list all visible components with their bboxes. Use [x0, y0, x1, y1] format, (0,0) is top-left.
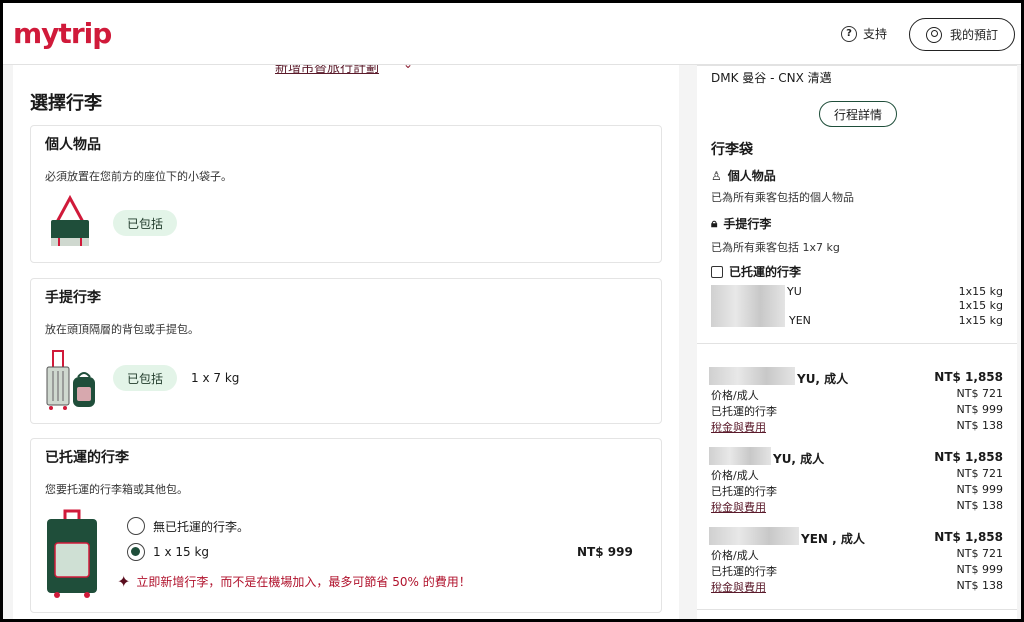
- top-header: mytrip ? 支持 我的預訂: [3, 3, 1021, 65]
- booking-summary-panel: DMK 曼谷 - CNX 清邁 行程詳情 行李袋 ♙ 個人物品 已為所有乘客包括…: [697, 65, 1017, 619]
- personal-item-summary: ♙ 個人物品: [711, 168, 776, 184]
- bags-title: 行李袋: [711, 142, 753, 158]
- checked-baggage-card: 已托運的行李 您要托運的行李箱或其他包。 無已托運的行李。 1 x 15 kg …: [30, 438, 662, 613]
- passenger-total: NT$ 1,858: [934, 530, 1003, 544]
- radio-checked[interactable]: [127, 543, 145, 561]
- divider: [697, 65, 1017, 66]
- fare-label: 价格/成人: [711, 469, 759, 482]
- checked-bag-price: NT$ 999: [577, 545, 633, 559]
- personal-item-summary-desc: 已為所有乘客包括的個人物品: [711, 191, 854, 204]
- passenger-name: YU, 成人: [773, 452, 825, 466]
- no-checked-bag-label: 無已托運的行李。: [153, 519, 250, 534]
- tax-value: NT$ 138: [956, 419, 1003, 432]
- carry-on-desc: 放在頭頂隔層的背包或手提包。: [45, 323, 199, 336]
- carry-on-weight: 1 x 7 kg: [191, 371, 240, 385]
- redacted-name: [709, 367, 795, 385]
- one-checked-bag-label: 1 x 15 kg: [153, 545, 210, 559]
- carry-on-icon: 🔒︎: [711, 216, 718, 230]
- add-plan-link[interactable]: 新增吊替旅行計劃: [275, 65, 379, 76]
- support-label: 支持: [863, 27, 888, 41]
- my-booking-label: 我的預訂: [949, 28, 998, 42]
- help-icon: ?: [841, 25, 857, 42]
- no-checked-bag-option[interactable]: 無已托運的行李。: [127, 517, 249, 535]
- tax-value: NT$ 138: [956, 579, 1003, 592]
- personal-item-desc: 必須放置在您前方的座位下的小袋子。: [45, 170, 232, 183]
- personal-bag-icon: [51, 194, 89, 246]
- checked-row-weight: 1x15 kg: [958, 285, 1003, 298]
- personal-item-card: 個人物品 必須放置在您前方的座位下的小袋子。 已包括: [30, 125, 662, 263]
- bag-value: NT$ 999: [956, 563, 1003, 576]
- chevron-down-icon[interactable]: ⌄: [403, 65, 413, 71]
- bag-label: 已托運的行李: [711, 565, 777, 578]
- passenger-name: YU, 成人: [797, 372, 849, 386]
- carry-on-title: 手提行李: [45, 290, 101, 306]
- checked-row-name: YEN: [789, 314, 811, 327]
- tax-link[interactable]: 稅金與費用: [711, 499, 766, 515]
- checked-bag-icon: [711, 265, 723, 278]
- divider: [697, 609, 1017, 610]
- bag-value: NT$ 999: [956, 483, 1003, 496]
- personal-item-title: 個人物品: [45, 137, 101, 153]
- checked-baggage-title: 已托運的行李: [45, 450, 129, 466]
- section-title: 選擇行李: [30, 93, 102, 114]
- divider: [697, 343, 1017, 344]
- promo-text: 立即新增行李，而不是在機場加入，最多可節省 50% 的費用！: [136, 575, 471, 589]
- carry-on-card: 手提行李 放在頭頂隔層的背包或手提包。 已包括 1 x 7 kg: [30, 278, 662, 424]
- trip-details-button[interactable]: 行程詳情: [819, 101, 897, 127]
- app-frame: mytrip ? 支持 我的預訂 新增吊替旅行計劃 ⌄ 選擇行李 個人物品 必須…: [0, 0, 1024, 622]
- fare-value: NT$ 721: [956, 547, 1003, 560]
- bag-label: 已托運的行李: [711, 405, 777, 418]
- user-icon: [925, 26, 942, 43]
- mytrip-logo[interactable]: mytrip: [13, 17, 112, 50]
- radio-unchecked[interactable]: [127, 517, 145, 535]
- passenger-name: YEN , 成人: [801, 532, 865, 546]
- baggage-selection-panel: 新增吊替旅行計劃 ⌄ 選擇行李 個人物品 必須放置在您前方的座位下的小袋子。 已…: [13, 65, 679, 619]
- checked-row-name: YU: [787, 285, 802, 298]
- sparkle-icon: ✦: [117, 572, 131, 591]
- carry-on-summary: 🔒︎ 手提行李: [711, 216, 772, 231]
- support-link[interactable]: ? 支持: [841, 25, 887, 42]
- included-badge: 已包括: [113, 365, 178, 391]
- fare-label: 价格/成人: [711, 549, 759, 562]
- passenger-total: NT$ 1,858: [934, 370, 1003, 384]
- tax-link[interactable]: 稅金與費用: [711, 419, 766, 435]
- redacted-name: [711, 313, 785, 327]
- carry-on-suitcase-icon: [46, 350, 95, 410]
- fare-value: NT$ 721: [956, 467, 1003, 480]
- passenger-total: NT$ 1,858: [934, 450, 1003, 464]
- redacted-name: [709, 447, 771, 465]
- checked-suitcase-icon: [47, 509, 97, 598]
- fare-value: NT$ 721: [956, 387, 1003, 400]
- redacted-name: [709, 527, 799, 545]
- bag-label: 已托運的行李: [711, 485, 777, 498]
- my-booking-button[interactable]: 我的預訂: [909, 18, 1015, 51]
- checked-baggage-summary: 已托運的行李: [711, 263, 801, 280]
- checked-row-weight: 1x15 kg: [958, 299, 1003, 312]
- fare-label: 价格/成人: [711, 389, 759, 402]
- bag-value: NT$ 999: [956, 403, 1003, 416]
- included-badge: 已包括: [113, 210, 178, 236]
- checked-baggage-desc: 您要托運的行李箱或其他包。: [45, 483, 188, 496]
- tax-value: NT$ 138: [956, 499, 1003, 512]
- route-text: DMK 曼谷 - CNX 清邁: [711, 71, 832, 85]
- checked-row-weight: 1x15 kg: [958, 314, 1003, 327]
- carry-on-summary-desc: 已為所有乘客包括 1x7 kg: [711, 241, 840, 254]
- tax-link[interactable]: 稅金與費用: [711, 579, 766, 595]
- one-checked-bag-option[interactable]: 1 x 15 kg: [127, 543, 209, 561]
- promo-message: ✦ 立即新增行李，而不是在機場加入，最多可節省 50% 的費用！: [117, 572, 471, 591]
- personal-item-icon: ♙: [711, 168, 722, 183]
